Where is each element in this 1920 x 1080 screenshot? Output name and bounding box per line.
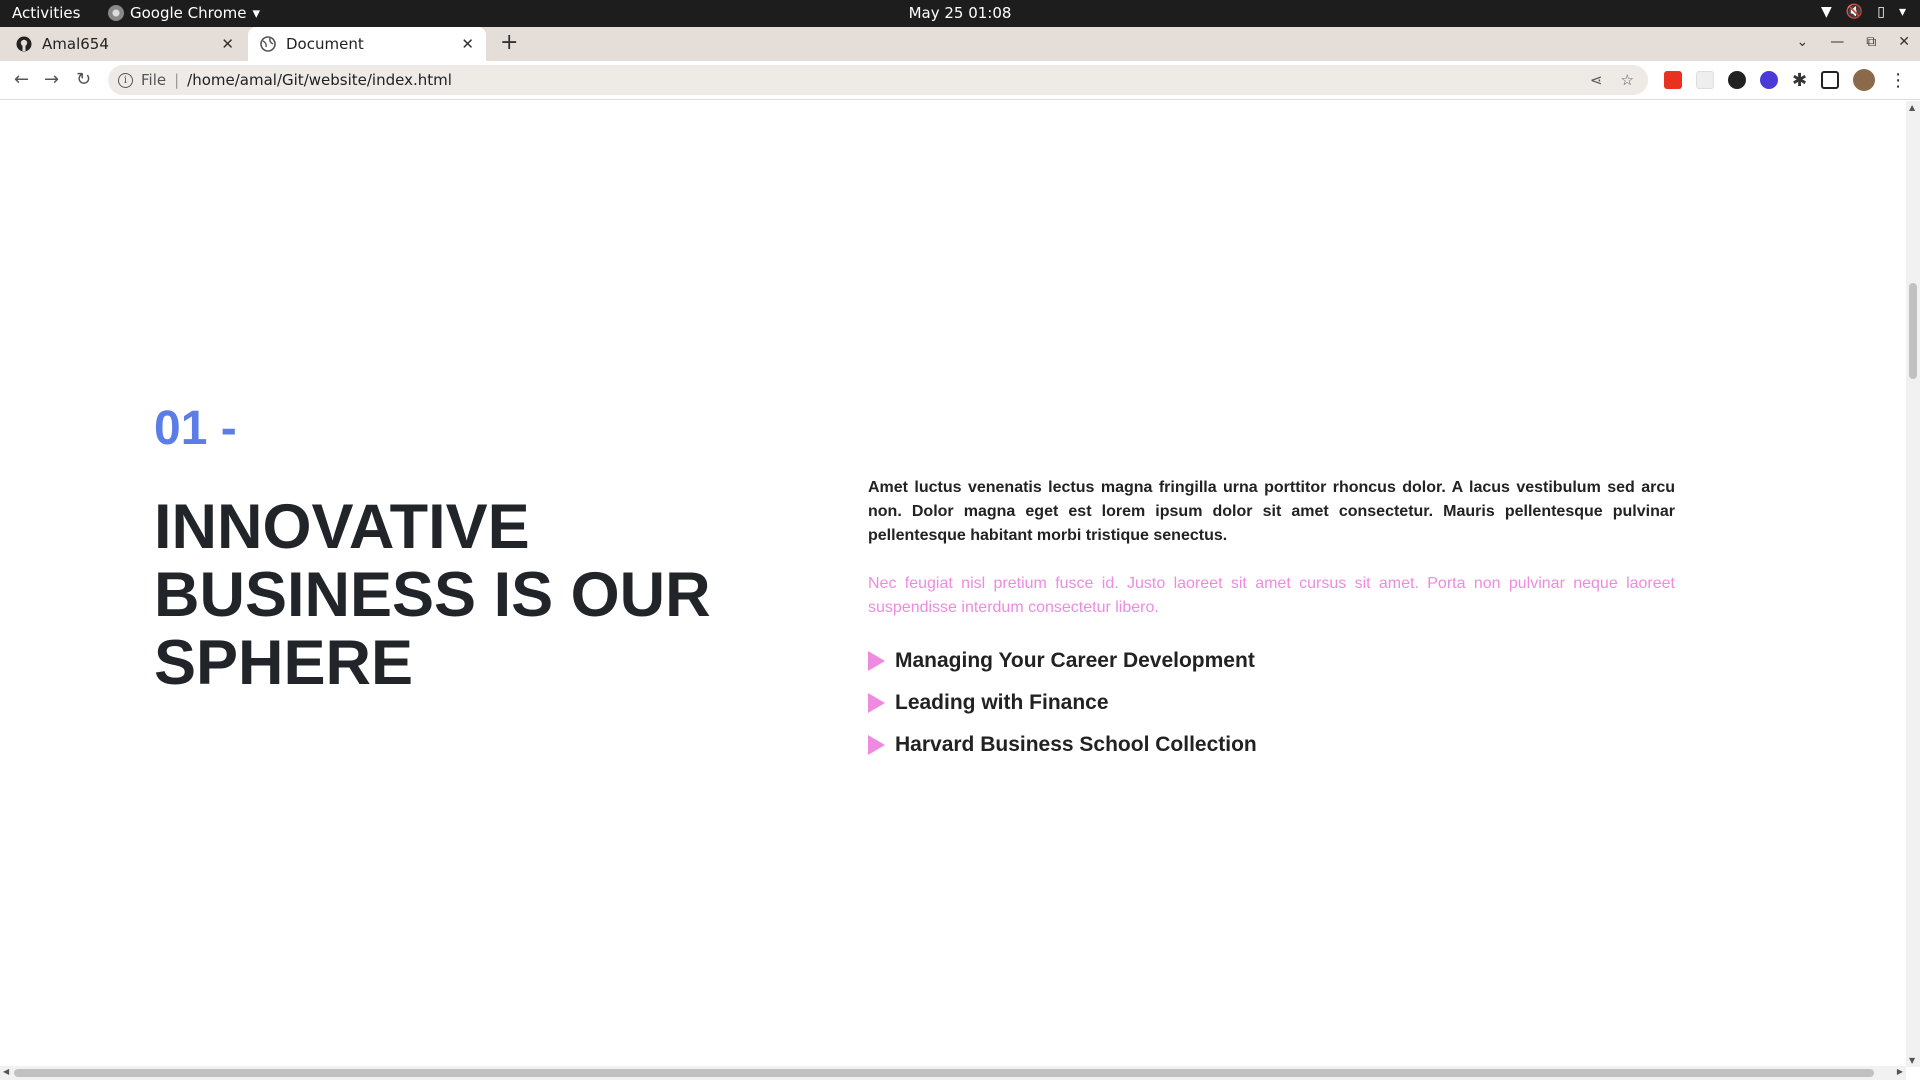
more-menu-icon[interactable]: ⋮ bbox=[1889, 70, 1907, 91]
site-info-icon[interactable]: i bbox=[118, 72, 133, 88]
window-controls: ⌄ — ⧉ ✕ bbox=[1797, 34, 1910, 50]
tab-title: Document bbox=[286, 35, 364, 53]
clock[interactable]: May 25 01:08 bbox=[0, 4, 1920, 22]
system-tray[interactable]: ▼ 🔇 ▯ ▾ bbox=[1821, 4, 1906, 20]
tab-search-icon[interactable]: ⌄ bbox=[1797, 34, 1809, 50]
list-item-label: Leading with Finance bbox=[895, 691, 1109, 714]
globe-icon bbox=[260, 36, 276, 52]
reload-button[interactable]: ↻ bbox=[76, 69, 91, 90]
list-item: Leading with Finance bbox=[868, 682, 1675, 724]
list-item: Managing Your Career Development bbox=[868, 640, 1675, 682]
new-tab-button[interactable]: + bbox=[500, 30, 518, 55]
battery-icon: ▯ bbox=[1877, 4, 1885, 20]
bookmark-star-icon[interactable]: ☆ bbox=[1621, 71, 1634, 89]
forward-button[interactable]: → bbox=[44, 69, 59, 90]
vertical-scrollbar[interactable]: ▲ ▼ bbox=[1906, 101, 1920, 1067]
course-list: Managing Your Career Development Leading… bbox=[868, 640, 1675, 766]
url-text[interactable]: /home/amal/Git/website/index.html bbox=[187, 71, 452, 89]
system-menu-arrow-icon: ▾ bbox=[1898, 4, 1906, 20]
divider: | bbox=[174, 71, 180, 89]
section-number: 01 - bbox=[154, 402, 237, 455]
minimize-button[interactable]: — bbox=[1830, 34, 1844, 50]
tab-document[interactable]: Document ✕ bbox=[248, 27, 486, 61]
content-column: Amet luctus venenatis lectus magna fring… bbox=[868, 476, 1675, 766]
extension-blank-icon[interactable] bbox=[1696, 71, 1714, 89]
url-scheme: File bbox=[141, 71, 167, 89]
omnibox-actions: ⋖ ☆ bbox=[1590, 71, 1634, 89]
scroll-left-icon[interactable]: ◀ bbox=[3, 1067, 9, 1076]
page-headline: INNOVATIVE BUSINESS IS OUR SPHERE bbox=[154, 492, 711, 698]
side-panel-icon[interactable] bbox=[1821, 71, 1840, 89]
vertical-scroll-thumb[interactable] bbox=[1909, 283, 1917, 379]
share-icon[interactable]: ⋖ bbox=[1590, 71, 1603, 89]
extension-red-icon[interactable] bbox=[1664, 71, 1682, 89]
close-window-button[interactable]: ✕ bbox=[1898, 34, 1910, 50]
secondary-paragraph: Nec feugiat nisl pretium fusce id. Justo… bbox=[868, 575, 1675, 616]
github-icon bbox=[16, 36, 32, 52]
browser-toolbar: ← → ↻ i File | /home/amal/Git/website/in… bbox=[0, 61, 1920, 100]
extension-openai-icon[interactable] bbox=[1728, 71, 1746, 89]
extensions-area: ✱ ⋮ bbox=[1664, 69, 1907, 91]
volume-muted-icon: 🔇 bbox=[1845, 4, 1864, 20]
intro-paragraph: Amet luctus venenatis lectus magna fring… bbox=[868, 479, 1675, 544]
close-tab-icon[interactable]: ✕ bbox=[221, 35, 234, 53]
horizontal-scroll-thumb[interactable] bbox=[14, 1069, 1874, 1077]
list-item-label: Harvard Business School Collection bbox=[895, 733, 1257, 756]
maximize-button[interactable]: ⧉ bbox=[1866, 34, 1876, 50]
list-item-label: Managing Your Career Development bbox=[895, 649, 1255, 672]
page-viewport: 01 - INNOVATIVE BUSINESS IS OUR SPHERE A… bbox=[0, 101, 1906, 1067]
horizontal-scrollbar[interactable]: ◀ ▶ bbox=[0, 1066, 1906, 1080]
system-top-bar: Activities Google Chrome ▾ May 25 01:08 … bbox=[0, 0, 1920, 27]
profile-avatar[interactable] bbox=[1853, 69, 1876, 91]
play-arrow-icon bbox=[868, 651, 885, 671]
back-button[interactable]: ← bbox=[14, 69, 29, 90]
scroll-right-icon[interactable]: ▶ bbox=[1897, 1067, 1903, 1076]
close-tab-icon[interactable]: ✕ bbox=[461, 35, 474, 53]
extensions-puzzle-icon[interactable]: ✱ bbox=[1792, 70, 1807, 91]
tab-strip: Amal654 ✕ Document ✕ + ⌄ — ⧉ ✕ bbox=[0, 27, 1920, 61]
wifi-icon: ▼ bbox=[1821, 4, 1832, 20]
address-bar[interactable]: i File | /home/amal/Git/website/index.ht… bbox=[108, 65, 1648, 95]
extension-purple-icon[interactable] bbox=[1760, 71, 1778, 89]
tab-amal654[interactable]: Amal654 ✕ bbox=[16, 27, 246, 61]
play-arrow-icon bbox=[868, 693, 885, 713]
play-arrow-icon bbox=[868, 735, 885, 755]
scroll-up-icon[interactable]: ▲ bbox=[1909, 103, 1915, 112]
scroll-down-icon[interactable]: ▼ bbox=[1909, 1056, 1915, 1065]
tab-title: Amal654 bbox=[42, 35, 109, 53]
list-item: Harvard Business School Collection bbox=[868, 724, 1675, 766]
